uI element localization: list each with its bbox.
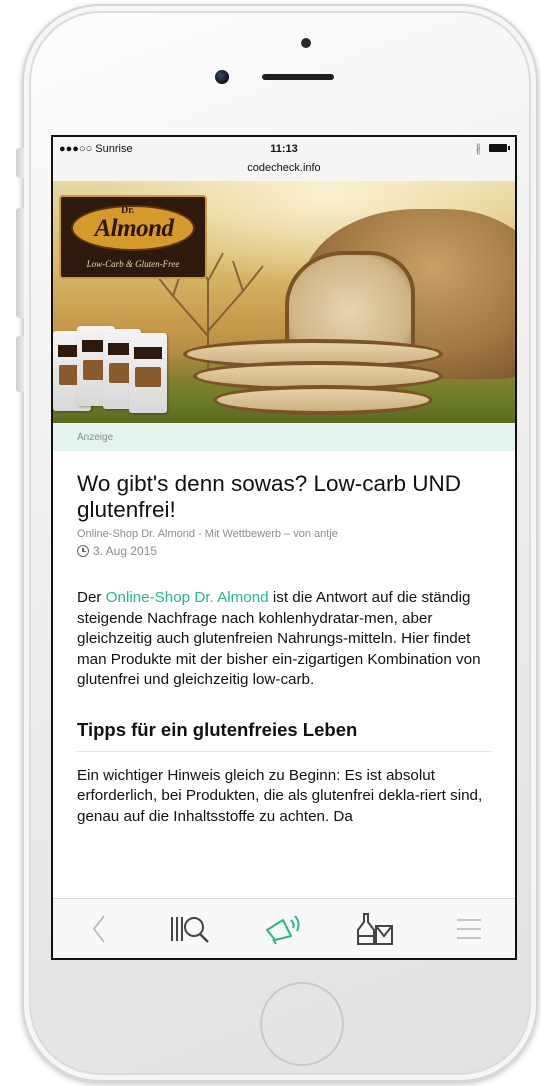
status-bar: ●●●○○ Sunrise 11:13 ∦ codecheck.info (53, 137, 515, 181)
article-date-text: 3. Aug 2015 (93, 544, 158, 558)
article-date: 3. Aug 2015 (77, 544, 491, 558)
bottom-tab-bar (53, 898, 515, 958)
status-time: 11:13 (270, 143, 298, 155)
tab-products[interactable] (346, 904, 406, 954)
mute-switch[interactable] (16, 148, 24, 178)
proximity-sensor (301, 38, 311, 48)
tab-scan-search[interactable] (162, 904, 222, 954)
earpiece-speaker (262, 74, 334, 80)
back-chevron-icon (93, 915, 105, 942)
tab-news[interactable] (254, 904, 314, 954)
article-paragraph: Ein wichtiger Hinweis gleich zu Beginn: … (77, 766, 483, 825)
products-icon (357, 912, 394, 945)
online-shop-link[interactable]: Online-Shop Dr. Almond (106, 589, 269, 606)
bluetooth-icon: ∦ (475, 143, 482, 155)
clock-icon (77, 545, 89, 557)
front-camera (215, 70, 229, 84)
address-bar[interactable]: codecheck.info (53, 162, 515, 174)
article-paragraph: Der Online-Shop Dr. Almond ist die Antwo… (77, 589, 481, 688)
tab-back[interactable] (69, 904, 129, 954)
tab-menu[interactable] (439, 904, 499, 954)
ad-label: Anzeige (53, 423, 515, 451)
bread-slice (213, 385, 433, 415)
article-subheading: Tipps für ein glutenfreies Leben (77, 719, 491, 752)
logo-tagline: Low-Carb & Gluten-Free (86, 259, 180, 269)
phone-screen: ●●●○○ Sunrise 11:13 ∦ codecheck.info Dr.… (51, 135, 517, 960)
dr-almond-logo: Dr. Almond Low-Carb & Gluten-Free (59, 195, 207, 279)
home-button[interactable] (260, 982, 344, 1066)
article-title: Wo gibt's denn sowas? Low-carb UND glute… (77, 471, 462, 522)
article: Wo gibt's denn sowas? Low-carb UND glute… (53, 471, 515, 827)
barcode-search-icon (170, 916, 209, 943)
menu-icon (456, 918, 481, 939)
article-meta[interactable]: Online-Shop Dr. Almond - Mit Wettbewerb … (77, 528, 491, 540)
battery-icon (489, 144, 510, 152)
volume-up-button[interactable] (16, 208, 24, 318)
volume-down-button[interactable] (16, 336, 24, 392)
megaphone-icon (265, 914, 300, 945)
product-bag (129, 333, 167, 413)
ad-banner-image[interactable]: Dr. Almond Low-Carb & Gluten-Free (53, 181, 515, 423)
logo-name: Almond (94, 215, 174, 242)
